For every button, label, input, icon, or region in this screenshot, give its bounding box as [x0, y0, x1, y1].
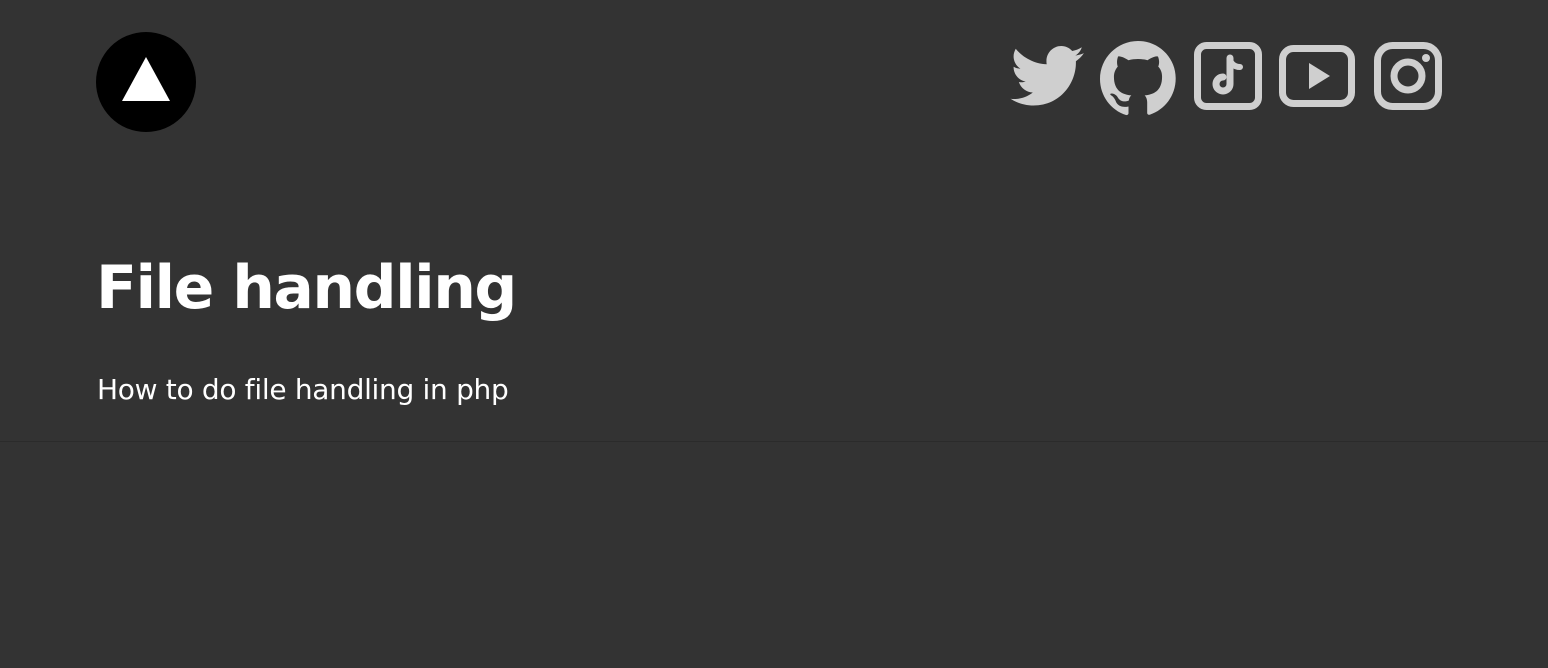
- page-subtitle: How to do file handling in php: [97, 373, 509, 406]
- instagram-icon: [1374, 42, 1442, 110]
- youtube-icon: [1279, 45, 1355, 107]
- twitter-link[interactable]: [1010, 46, 1086, 108]
- triangle-logo-icon: [122, 57, 170, 101]
- tiktok-link[interactable]: [1194, 42, 1262, 110]
- instagram-link[interactable]: [1374, 42, 1442, 110]
- github-link[interactable]: [1100, 40, 1176, 116]
- home-logo-link[interactable]: [96, 32, 196, 132]
- twitter-icon: [1010, 46, 1084, 106]
- tiktok-icon: [1194, 42, 1262, 110]
- youtube-link[interactable]: [1279, 45, 1355, 107]
- page-title: File handling: [96, 253, 517, 323]
- header-divider: [0, 441, 1548, 442]
- github-icon: [1100, 40, 1176, 116]
